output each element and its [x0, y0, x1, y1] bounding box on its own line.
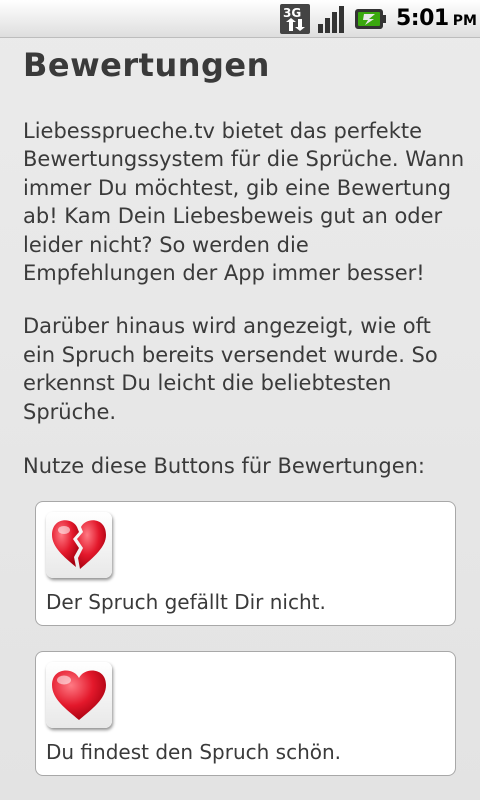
battery-charging-icon [353, 8, 387, 34]
rating-card-dislike: Der Spruch gefällt Dir nicht. [35, 501, 456, 626]
send-count-paragraph: Darüber hinaus wird angezeigt, wie oft e… [23, 314, 438, 424]
buttons-intro-paragraph: Nutze diese Buttons für Bewertungen: [23, 454, 426, 479]
status-bar: 3G 5:01 PM [0, 0, 480, 38]
page-title: Bewertungen [23, 46, 270, 84]
signal-strength-icon [316, 4, 348, 38]
3g-data-icon: 3G [279, 3, 311, 39]
broken-heart-icon [52, 520, 106, 569]
like-description: Du findest den Spruch schön. [46, 740, 342, 764]
3g-label: 3G [283, 6, 301, 20]
help-content: Bewertungen Liebessprueche.tv bietet das… [23, 42, 468, 480]
clock-time: 5:01 [396, 6, 449, 31]
dislike-description: Der Spruch gefällt Dir nicht. [46, 590, 326, 614]
dislike-button[interactable] [46, 512, 112, 578]
heart-icon [52, 670, 106, 720]
rating-card-like: Du findest den Spruch schön. [35, 651, 456, 776]
like-button[interactable] [46, 662, 112, 728]
intro-paragraph: Liebessprueche.tv bietet das perfekte Be… [23, 119, 465, 286]
clock: 5:01 PM [396, 6, 477, 31]
clock-ampm: PM [452, 13, 477, 29]
